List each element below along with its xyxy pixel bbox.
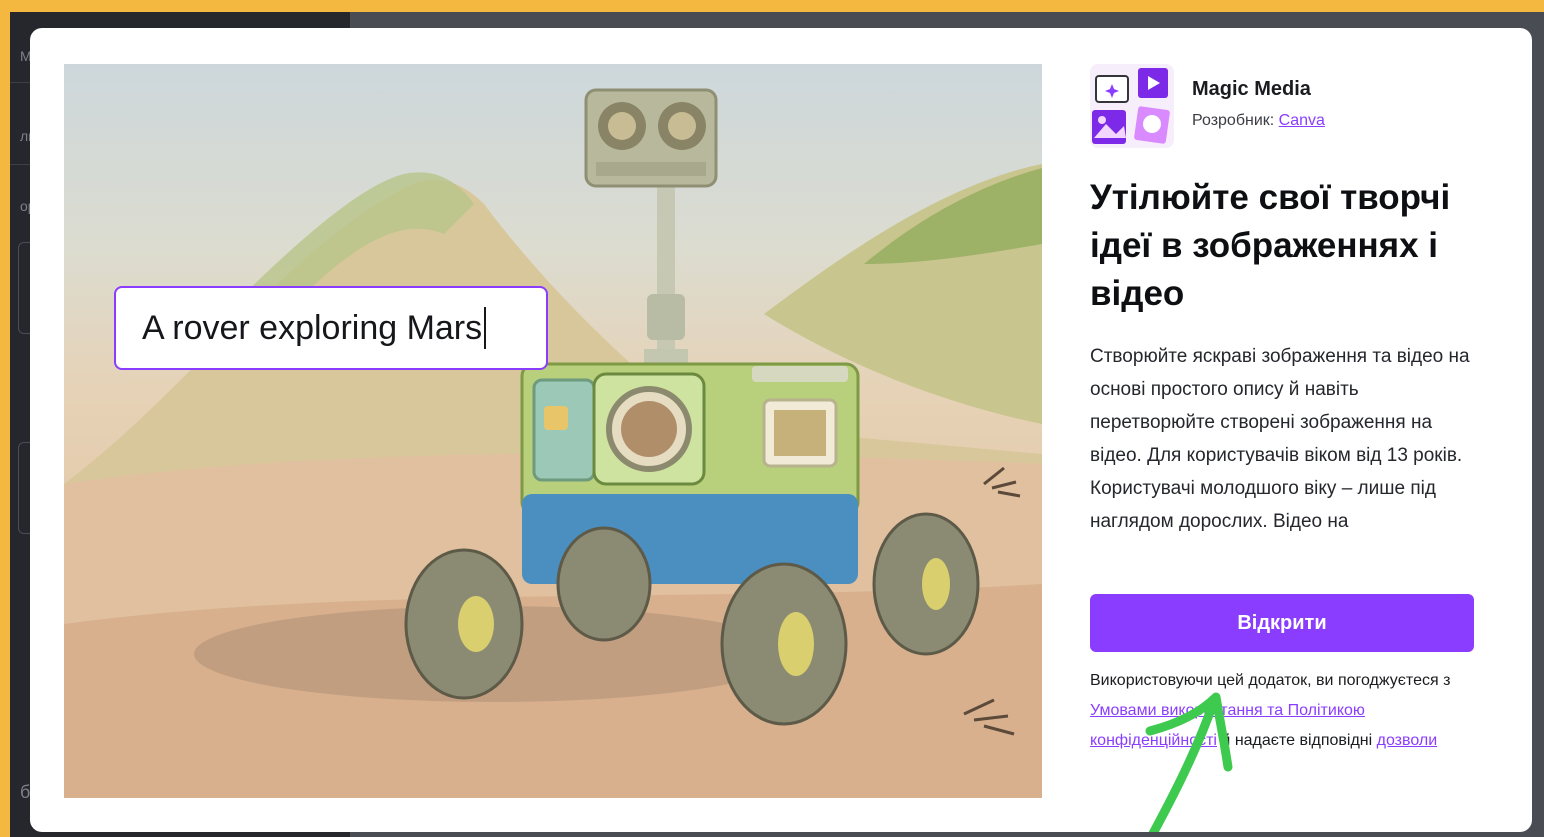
prompt-input-overlay: A rover exploring Mars (114, 286, 548, 370)
permissions-link[interactable]: дозволи (1377, 732, 1438, 749)
rover-illustration (64, 88, 1042, 798)
developer-link[interactable]: Canva (1279, 112, 1325, 129)
text-caret (484, 307, 487, 349)
developer-prefix: Розробник: (1192, 112, 1279, 129)
app-description: Створюйте яскраві зображення та відео на… (1090, 346, 1470, 532)
prompt-text: A rover exploring Mars (142, 308, 483, 347)
app-name: Magic Media (1192, 78, 1311, 100)
developer-line: Розробник: Canva (1192, 112, 1325, 130)
ghost-label: б (20, 782, 31, 802)
hero-image: A rover exploring Mars (64, 64, 1042, 798)
terms-notice: Використовуючи цей додаток, ви погоджуєт… (1090, 666, 1474, 756)
terms-prefix: Використовуючи цей додаток, ви погоджуєт… (1090, 672, 1451, 689)
open-app-button[interactable]: Відкрити (1090, 594, 1474, 652)
terms-middle: й надаєте відповідні (1216, 732, 1377, 749)
app-details-modal: A rover exploring Mars Magic Media Розро… (30, 28, 1532, 832)
headline: Утілюйте свої творчі ідеї в зображеннях … (1090, 178, 1451, 313)
magic-media-app-icon (1090, 64, 1174, 148)
